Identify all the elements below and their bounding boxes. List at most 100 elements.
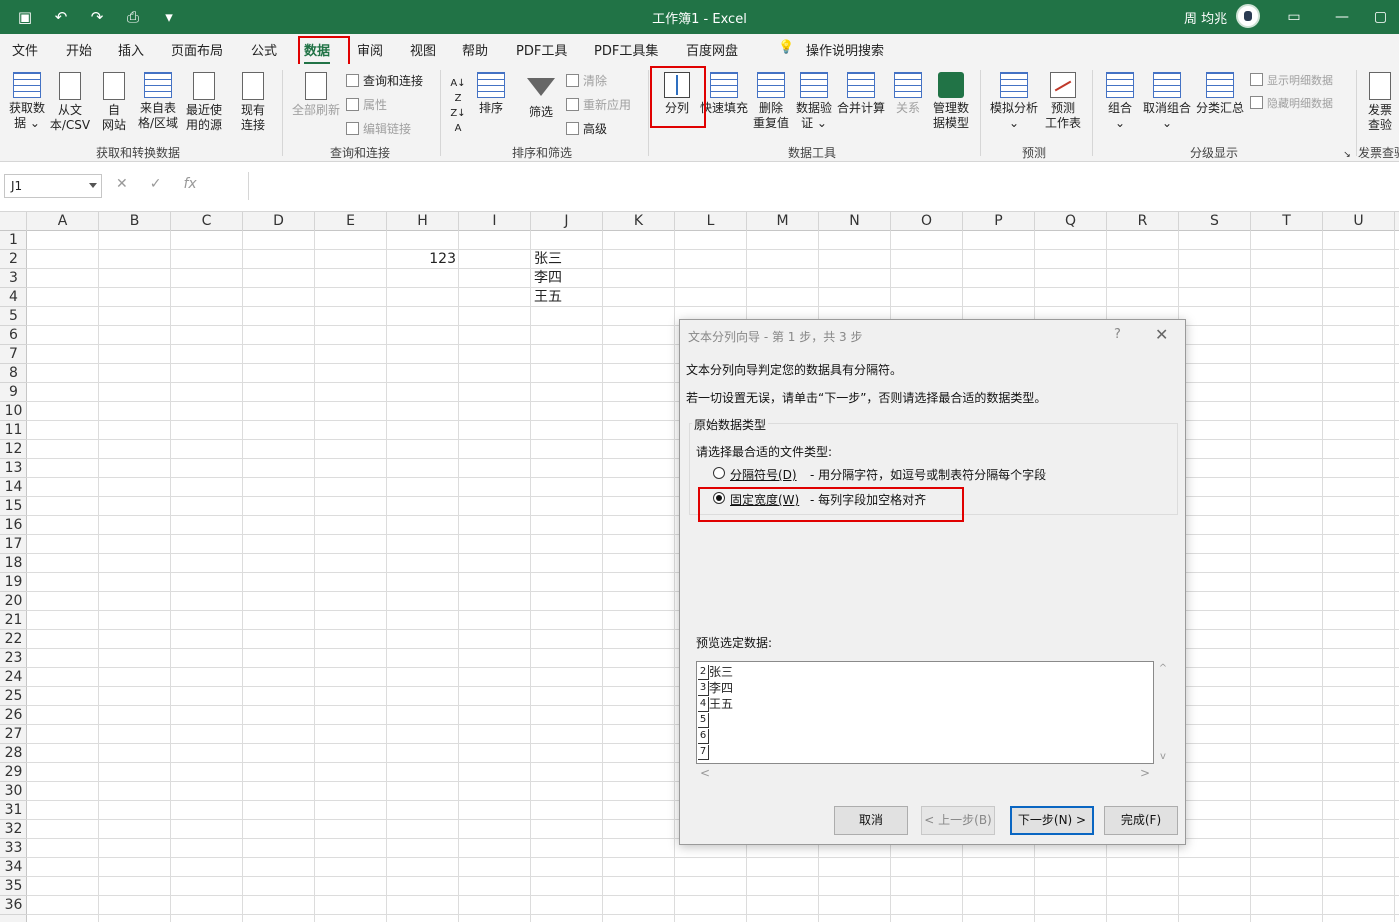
- row-header-7[interactable]: 7: [0, 345, 27, 364]
- properties-button[interactable]: 属性: [346, 96, 387, 113]
- row-header-9[interactable]: 9: [0, 383, 27, 402]
- row-header-1[interactable]: 1: [0, 231, 27, 250]
- row-header-24[interactable]: 24: [0, 668, 27, 687]
- group-button[interactable]: 组合 ⌄: [1100, 72, 1140, 131]
- from-text-csv-button[interactable]: 从文 本/CSV: [48, 72, 92, 133]
- tab-home[interactable]: 开始: [66, 40, 92, 59]
- invoice-check-button[interactable]: 发票 查验: [1362, 72, 1398, 133]
- tab-data[interactable]: 数据: [304, 40, 331, 65]
- scroll-down-icon[interactable]: v: [1156, 751, 1170, 762]
- back-button[interactable]: < 上一步(B): [921, 806, 995, 835]
- outline-settings-icon[interactable]: ↘: [1342, 148, 1352, 163]
- row-header-26[interactable]: 26: [0, 706, 27, 725]
- row-header-34[interactable]: 34: [0, 858, 27, 877]
- consolidate-button[interactable]: 合并计算: [836, 72, 886, 116]
- sort-asc-icon[interactable]: A↓ Z: [448, 76, 468, 106]
- delimited-label[interactable]: 分隔符号(D): [730, 466, 797, 483]
- ribbon-display-icon[interactable]: ▭: [1274, 6, 1314, 28]
- column-header-c[interactable]: C: [171, 212, 243, 231]
- fx-icon[interactable]: fx: [183, 176, 196, 192]
- row-header-11[interactable]: 11: [0, 421, 27, 440]
- column-header-j[interactable]: J: [531, 212, 603, 231]
- clear-filter-button[interactable]: 清除: [566, 72, 607, 89]
- cancel-icon[interactable]: ✕: [116, 176, 128, 192]
- minimize-icon[interactable]: —: [1322, 6, 1362, 28]
- cell-h2[interactable]: 123: [388, 250, 456, 269]
- edit-links-button[interactable]: 编辑链接: [346, 120, 411, 137]
- ungroup-button[interactable]: 取消组合 ⌄: [1140, 72, 1194, 131]
- text-to-columns-button[interactable]: 分列: [656, 72, 698, 116]
- data-validation-button[interactable]: 数据验 证 ⌄: [794, 72, 834, 131]
- fixed-width-radio[interactable]: [713, 492, 725, 504]
- tell-me-search[interactable]: 操作说明搜索: [806, 40, 884, 59]
- row-header-21[interactable]: 21: [0, 611, 27, 630]
- column-header-s[interactable]: S: [1179, 212, 1251, 231]
- enter-icon[interactable]: ✓: [150, 176, 162, 192]
- tab-review[interactable]: 审阅: [357, 40, 383, 59]
- row-header-10[interactable]: 10: [0, 402, 27, 421]
- row-header-19[interactable]: 19: [0, 573, 27, 592]
- column-header-d[interactable]: D: [243, 212, 315, 231]
- next-button[interactable]: 下一步(N) >: [1010, 806, 1094, 835]
- filter-button[interactable]: 筛选: [524, 72, 558, 120]
- cell-j3[interactable]: 李四: [534, 269, 562, 288]
- recent-sources-button[interactable]: 最近使 用的源: [182, 72, 226, 133]
- column-header-l[interactable]: L: [675, 212, 747, 231]
- cell-j4[interactable]: 王五: [534, 288, 562, 307]
- scroll-up-icon[interactable]: ^: [1156, 663, 1170, 674]
- row-header-3[interactable]: 3: [0, 269, 27, 288]
- column-header-o[interactable]: O: [891, 212, 963, 231]
- sort-button[interactable]: 排序: [474, 72, 508, 116]
- scroll-right-icon[interactable]: >: [1140, 766, 1150, 780]
- row-header-13[interactable]: 13: [0, 459, 27, 478]
- queries-connections-button[interactable]: 查询和连接: [346, 72, 423, 89]
- reapply-button[interactable]: 重新应用: [566, 96, 631, 113]
- row-header-29[interactable]: 29: [0, 763, 27, 782]
- from-web-button[interactable]: 自 网站: [94, 72, 134, 133]
- row-header-22[interactable]: 22: [0, 630, 27, 649]
- remove-duplicates-button[interactable]: 删除 重复值: [750, 72, 792, 131]
- close-icon[interactable]: ✕: [1155, 325, 1168, 344]
- column-header-m[interactable]: M: [747, 212, 819, 231]
- formula-input[interactable]: [248, 172, 1399, 200]
- column-header-i[interactable]: I: [459, 212, 531, 231]
- row-header-36[interactable]: 36: [0, 896, 27, 915]
- relationships-button[interactable]: 关系: [890, 72, 926, 116]
- row-header-2[interactable]: 2: [0, 250, 27, 269]
- row-header-27[interactable]: 27: [0, 725, 27, 744]
- restore-icon[interactable]: ▢: [1362, 6, 1399, 28]
- tab-help[interactable]: 帮助: [462, 40, 488, 59]
- show-detail-button[interactable]: 显示明细数据: [1250, 72, 1333, 88]
- flash-fill-button[interactable]: 快速填充: [700, 72, 748, 116]
- column-header-n[interactable]: N: [819, 212, 891, 231]
- column-header-q[interactable]: Q: [1035, 212, 1107, 231]
- tab-formulas[interactable]: 公式: [251, 40, 277, 59]
- what-if-analysis-button[interactable]: 模拟分析 ⌄: [988, 72, 1040, 131]
- select-all-corner[interactable]: [0, 212, 27, 231]
- tab-page-layout[interactable]: 页面布局: [171, 40, 223, 59]
- tab-pdf-tools[interactable]: PDF工具: [516, 40, 567, 59]
- column-header-h[interactable]: H: [387, 212, 459, 231]
- column-header-b[interactable]: B: [99, 212, 171, 231]
- row-header-35[interactable]: 35: [0, 877, 27, 896]
- refresh-all-button[interactable]: 全部刷新: [290, 72, 342, 118]
- row-header-31[interactable]: 31: [0, 801, 27, 820]
- column-header-u[interactable]: U: [1323, 212, 1395, 231]
- tab-pdf-toolset[interactable]: PDF工具集: [594, 40, 658, 59]
- row-header-32[interactable]: 32: [0, 820, 27, 839]
- row-header-28[interactable]: 28: [0, 744, 27, 763]
- cell-j2[interactable]: 张三: [534, 250, 562, 269]
- advanced-filter-button[interactable]: 高级: [566, 120, 607, 137]
- tab-file[interactable]: 文件: [12, 40, 38, 59]
- sort-desc-icon[interactable]: Z↓ A: [448, 106, 468, 136]
- column-header-r[interactable]: R: [1107, 212, 1179, 231]
- row-header-18[interactable]: 18: [0, 554, 27, 573]
- row-header-30[interactable]: 30: [0, 782, 27, 801]
- avatar[interactable]: [1236, 4, 1260, 28]
- row-header-15[interactable]: 15: [0, 497, 27, 516]
- delimited-radio[interactable]: [713, 467, 725, 479]
- row-header-16[interactable]: 16: [0, 516, 27, 535]
- manage-data-model-button[interactable]: 管理数 据模型: [930, 72, 972, 131]
- row-header-14[interactable]: 14: [0, 478, 27, 497]
- row-header-8[interactable]: 8: [0, 364, 27, 383]
